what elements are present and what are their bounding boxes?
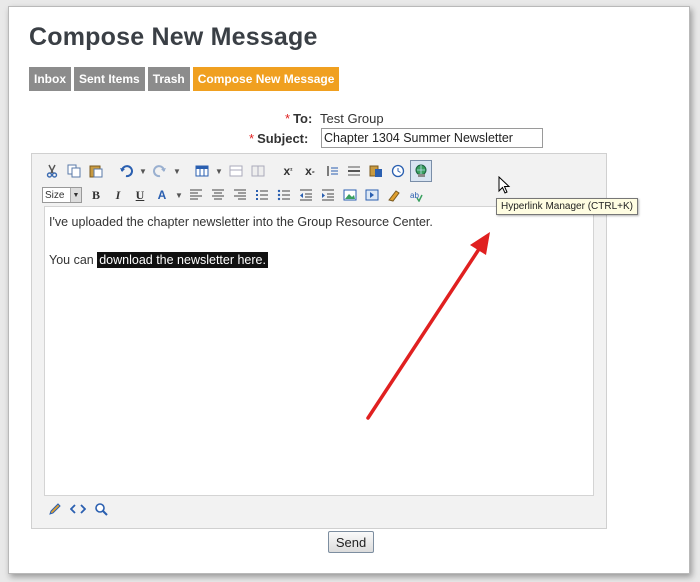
copy-icon[interactable] xyxy=(64,161,84,181)
required-marker: * xyxy=(285,111,291,126)
indent-icon[interactable] xyxy=(318,185,338,205)
selected-link-text[interactable]: download the newsletter here. xyxy=(97,252,268,268)
cut-icon[interactable] xyxy=(42,161,62,181)
toolbar-row-2: Size ▼ B I U A ▼ ab xyxy=(42,184,428,206)
send-button[interactable]: Send xyxy=(328,531,374,553)
to-label: To: xyxy=(293,111,313,126)
to-value: Test Group xyxy=(320,111,384,126)
hyperlink-manager-tooltip: Hyperlink Manager (CTRL+K) xyxy=(496,198,638,215)
font-color-icon[interactable]: A xyxy=(152,185,172,205)
design-mode-icon[interactable] xyxy=(48,502,62,519)
tab-bar: Inbox Sent Items Trash Compose New Messa… xyxy=(29,67,340,91)
editor-mode-bar xyxy=(48,502,108,519)
tab-trash[interactable]: Trash xyxy=(147,67,190,91)
message-line-2: You can download the newsletter here. xyxy=(49,252,268,268)
align-left-icon[interactable] xyxy=(186,185,206,205)
mouse-cursor-icon xyxy=(498,176,511,194)
outdent-icon[interactable] xyxy=(296,185,316,205)
subscript-icon[interactable]: x₂ xyxy=(300,161,320,181)
numbered-list-icon[interactable] xyxy=(252,185,272,205)
chevron-down-icon: ▼ xyxy=(70,188,81,202)
tab-sent-items[interactable]: Sent Items xyxy=(74,67,145,91)
insert-image-icon[interactable] xyxy=(340,185,360,205)
table-icon[interactable] xyxy=(192,161,212,181)
redo-icon[interactable] xyxy=(150,161,170,181)
align-right-icon[interactable] xyxy=(230,185,250,205)
insert-flash-icon[interactable] xyxy=(362,185,382,205)
spellcheck-icon[interactable]: ab xyxy=(406,185,426,205)
insert-date-icon[interactable] xyxy=(388,161,408,181)
font-color-dropdown-icon[interactable]: ▼ xyxy=(174,185,184,205)
message-line-1: I've uploaded the chapter newsletter int… xyxy=(49,215,433,229)
hyperlink-manager-icon[interactable] xyxy=(410,160,432,182)
font-size-select[interactable]: Size ▼ xyxy=(42,187,82,203)
italic-icon[interactable]: I xyxy=(108,185,128,205)
align-center-icon[interactable] xyxy=(208,185,228,205)
preview-mode-icon[interactable] xyxy=(94,502,108,519)
undo-icon[interactable] xyxy=(116,161,136,181)
subject-label: Subject: xyxy=(257,131,309,146)
horizontal-rule-icon[interactable] xyxy=(344,161,364,181)
html-mode-icon[interactable] xyxy=(69,502,87,519)
table-properties-icon[interactable] xyxy=(226,161,246,181)
page-title: Compose New Message xyxy=(29,23,318,51)
editor-content-area[interactable]: I've uploaded the chapter newsletter int… xyxy=(44,206,594,496)
toolbar-row-1: ▼ ▼ ▼ x² x₂ xyxy=(42,160,434,182)
insert-symbol-icon[interactable] xyxy=(322,161,342,181)
window-frame: Compose New Message Inbox Sent Items Tra… xyxy=(8,6,690,574)
required-marker: * xyxy=(249,131,255,146)
bold-icon[interactable]: B xyxy=(86,185,106,205)
bullet-list-icon[interactable] xyxy=(274,185,294,205)
to-label-group: * To: xyxy=(285,111,312,126)
paste-icon[interactable] xyxy=(86,161,106,181)
font-size-label: Size xyxy=(45,189,65,201)
paste-from-word-icon[interactable] xyxy=(366,161,386,181)
redo-dropdown-icon[interactable]: ▼ xyxy=(172,161,182,181)
tab-compose-new-message[interactable]: Compose New Message xyxy=(192,67,340,91)
cell-properties-icon[interactable] xyxy=(248,161,268,181)
undo-dropdown-icon[interactable]: ▼ xyxy=(138,161,148,181)
subject-input[interactable] xyxy=(321,128,543,148)
table-dropdown-icon[interactable]: ▼ xyxy=(214,161,224,181)
tab-inbox[interactable]: Inbox xyxy=(29,67,71,91)
subject-label-group: * Subject: xyxy=(249,131,308,146)
underline-icon[interactable]: U xyxy=(130,185,150,205)
superscript-icon[interactable]: x² xyxy=(278,161,298,181)
format-stripper-icon[interactable] xyxy=(384,185,404,205)
message-line-2-prefix: You can xyxy=(49,253,98,267)
